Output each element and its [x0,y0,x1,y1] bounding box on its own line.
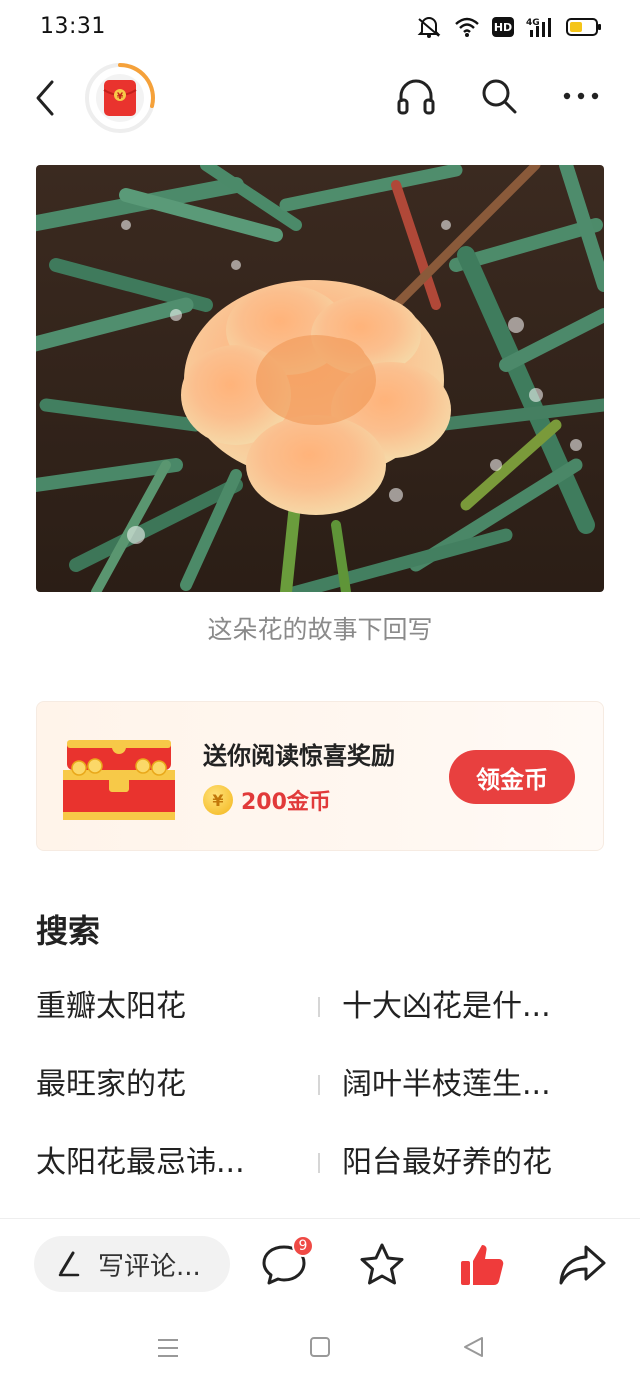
search-suggestion[interactable]: 阔叶半枝莲生... [342,1063,604,1107]
search-row: 重瓣太阳花 十大凶花是什... [36,985,604,1063]
back-button[interactable] [30,78,60,118]
article-image[interactable] [36,165,604,592]
search-row: 最旺家的花 阔叶半枝莲生... [36,1063,604,1141]
share-arrow-icon [559,1245,606,1285]
treasure-chest-icon [63,740,175,820]
reward-coin-row: ¥ 200金币 [203,784,331,816]
top-nav: ¥ [0,56,640,142]
image-caption: 这朵花的故事下回写 [207,615,433,644]
headphones-icon[interactable] [396,76,436,116]
coin-icon: ¥ [203,785,233,815]
comment-count-badge: 9 [292,1235,314,1257]
divider [318,997,320,1017]
battery-icon [566,18,601,36]
search-suggestion[interactable]: 重瓣太阳花 [36,985,296,1029]
back-triangle-icon[interactable] [462,1336,484,1358]
action-bar: 写评论... 9 [0,1218,640,1310]
system-nav-bar [0,1310,640,1387]
recent-apps-icon[interactable] [156,1336,180,1360]
mute-icon [417,17,441,38]
chevron-left-icon [36,80,54,116]
flower-photo [36,165,604,592]
status-bar: 13:31 HD 4G [0,0,640,56]
thumbs-up-icon [461,1245,504,1285]
reward-banner[interactable]: 送你阅读惊喜奖励 ¥ 200金币 领金币 [36,701,604,851]
search-icon[interactable] [480,77,518,115]
home-icon[interactable] [309,1336,331,1358]
search-row: 太阳花最忌讳... 阳台最好养的花 [36,1141,604,1219]
pen-icon [58,1251,80,1277]
red-envelope-icon: ¥ [103,80,137,116]
share-button[interactable] [558,1241,606,1289]
divider [318,1153,320,1173]
search-suggestion[interactable]: 十大凶花是什... [342,985,604,1029]
redpacket-inner: ¥ [96,74,144,122]
svg-text:¥: ¥ [117,92,124,102]
status-icons: HD 4G [416,16,602,38]
star-icon [360,1243,404,1285]
search-suggestion[interactable]: 最旺家的花 [36,1063,296,1107]
like-button[interactable] [458,1241,506,1289]
search-suggestions: 重瓣太阳花 十大凶花是什... 最旺家的花 阔叶半枝莲生... 太阳花最忌讳..… [36,985,604,1219]
reward-amount: 200金币 [241,790,331,815]
signal-icon: 4G [526,18,551,37]
favorite-button[interactable] [358,1241,406,1289]
nav-actions [396,76,600,116]
comment-input[interactable]: 写评论... [34,1236,230,1292]
comments-button[interactable]: 9 [260,1235,314,1289]
search-heading: 搜索 [36,912,101,950]
divider [318,1075,320,1095]
redpacket-timer-button[interactable]: ¥ [84,62,156,134]
reward-title: 送你阅读惊喜奖励 [203,742,395,770]
status-time: 13:31 [40,14,106,39]
comment-placeholder: 写评论... [98,1251,201,1282]
wifi-icon [455,17,479,37]
search-suggestion[interactable]: 太阳花最忌讳... [36,1141,296,1185]
search-suggestion[interactable]: 阳台最好养的花 [342,1141,604,1185]
more-dots-icon[interactable] [562,91,600,101]
hd-badge: HD [492,17,514,37]
claim-coins-button[interactable]: 领金币 [449,750,575,804]
